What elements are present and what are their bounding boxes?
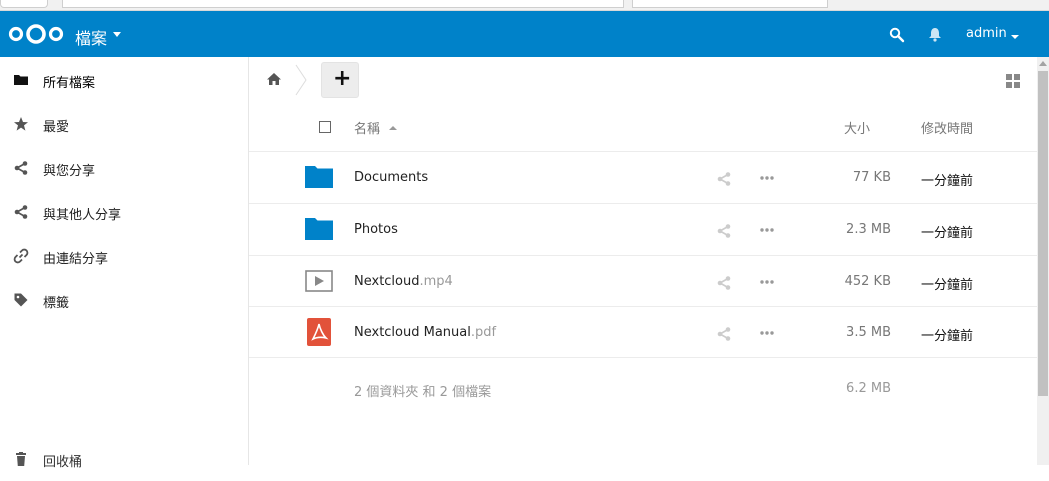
- sidebar-item-all-files[interactable]: 所有檔案: [0, 58, 248, 102]
- files-summary: 2 個資料夾 和 2 個檔案 6.2 MB: [249, 357, 1037, 400]
- sidebar-item-label: 回收桶: [43, 455, 83, 470]
- summary-size: 6.2 MB: [846, 381, 891, 396]
- nextcloud-logo-icon[interactable]: [7, 23, 65, 45]
- vertical-scrollbar[interactable]: [1037, 57, 1049, 465]
- chevron-down-icon[interactable]: [1011, 35, 1019, 39]
- file-size: 452 KB: [844, 274, 891, 289]
- file-size: 77 KB: [852, 170, 891, 185]
- browser-address-bar[interactable]: [62, 0, 624, 8]
- file-modified: 一分鐘前: [921, 226, 974, 241]
- share-icon[interactable]: [716, 275, 732, 291]
- share-icon: [14, 205, 28, 219]
- breadcrumb-separator-icon: [295, 64, 307, 96]
- column-header-size[interactable]: 大小: [844, 118, 870, 137]
- column-header-modified[interactable]: 修改時間: [921, 118, 973, 137]
- bell-icon[interactable]: [928, 27, 942, 43]
- sidebar-item-label: 與您分享: [43, 164, 96, 179]
- star-icon: [14, 117, 28, 131]
- grid-view-icon[interactable]: [1006, 74, 1020, 88]
- sidebar-item-label: 最愛: [43, 120, 70, 135]
- sidebar-item-label: 所有檔案: [43, 76, 96, 91]
- plus-icon: +: [333, 66, 352, 91]
- home-icon[interactable]: [266, 72, 282, 86]
- file-size: 2.3 MB: [846, 222, 891, 237]
- app-navigation: 所有檔案 最愛 與您分享 與其他人分享 由連結分享 標籤 回收桶: [0, 57, 249, 470]
- table-row[interactable]: Photos 2.3 MB 一分鐘前: [249, 203, 1037, 255]
- browser-search-bar[interactable]: [632, 0, 828, 8]
- more-options-icon[interactable]: [760, 280, 774, 284]
- table-row[interactable]: Nextcloud Manual.pdf 3.5 MB 一分鐘前: [249, 306, 1037, 358]
- more-options-icon[interactable]: [760, 228, 774, 232]
- more-options-icon[interactable]: [760, 176, 774, 180]
- browser-chrome: [0, 0, 1049, 11]
- column-header-name[interactable]: 名稱: [354, 118, 380, 137]
- top-header: 檔案 admin: [0, 11, 1049, 57]
- sidebar-item-favorites[interactable]: 最愛: [0, 102, 248, 146]
- user-menu[interactable]: admin: [966, 26, 1007, 41]
- file-modified: 一分鐘前: [921, 278, 974, 293]
- share-icon[interactable]: [716, 223, 732, 239]
- sidebar-item-label: 標籤: [43, 296, 70, 311]
- video-file-icon: [305, 270, 333, 292]
- folder-icon: [305, 166, 333, 188]
- pdf-file-icon: [307, 318, 331, 346]
- sort-ascending-icon[interactable]: [389, 126, 397, 130]
- file-name[interactable]: Nextcloud Manual.pdf: [354, 325, 496, 340]
- new-file-button[interactable]: +: [321, 62, 359, 98]
- more-options-icon[interactable]: [760, 331, 774, 335]
- sidebar-item-shared-by-link[interactable]: 由連結分享: [0, 234, 248, 278]
- browser-tab[interactable]: [0, 0, 48, 8]
- sidebar-item-trash[interactable]: 回收桶: [0, 437, 248, 481]
- file-modified: 一分鐘前: [921, 174, 974, 189]
- table-row[interactable]: Documents 77 KB 一分鐘前: [249, 151, 1037, 203]
- search-icon[interactable]: [889, 27, 905, 43]
- file-name[interactable]: Photos: [354, 222, 398, 237]
- folder-icon: [305, 218, 333, 240]
- sidebar-item-label: 由連結分享: [43, 252, 109, 267]
- folder-icon: [14, 75, 28, 85]
- share-icon: [14, 161, 28, 175]
- scrollbar-thumb[interactable]: [1038, 71, 1048, 396]
- scroll-up-arrow-icon[interactable]: [1039, 61, 1047, 66]
- file-modified: 一分鐘前: [921, 329, 974, 344]
- link-icon: [13, 248, 29, 264]
- share-icon[interactable]: [716, 326, 732, 342]
- share-icon[interactable]: [716, 171, 732, 187]
- chevron-down-icon[interactable]: [113, 32, 121, 37]
- sidebar-item-label: 與其他人分享: [43, 208, 122, 223]
- summary-count: 2 個資料夾 和 2 個檔案: [354, 385, 492, 400]
- file-name[interactable]: Nextcloud.mp4: [354, 274, 453, 289]
- sidebar-item-shared-with-you[interactable]: 與您分享: [0, 146, 248, 190]
- files-list-view: + 名稱 大小 修改時間 Documents 77 KB 一分鐘前 Photos…: [249, 57, 1037, 465]
- sidebar-item-shared-with-others[interactable]: 與其他人分享: [0, 190, 248, 234]
- file-size: 3.5 MB: [846, 325, 891, 340]
- file-name[interactable]: Documents: [354, 170, 428, 185]
- table-row[interactable]: Nextcloud.mp4 452 KB 一分鐘前: [249, 255, 1037, 307]
- sidebar-item-tags[interactable]: 標籤: [0, 278, 248, 322]
- select-all-checkbox[interactable]: [319, 121, 331, 133]
- tag-icon: [14, 293, 28, 307]
- app-menu-title[interactable]: 檔案: [75, 25, 107, 49]
